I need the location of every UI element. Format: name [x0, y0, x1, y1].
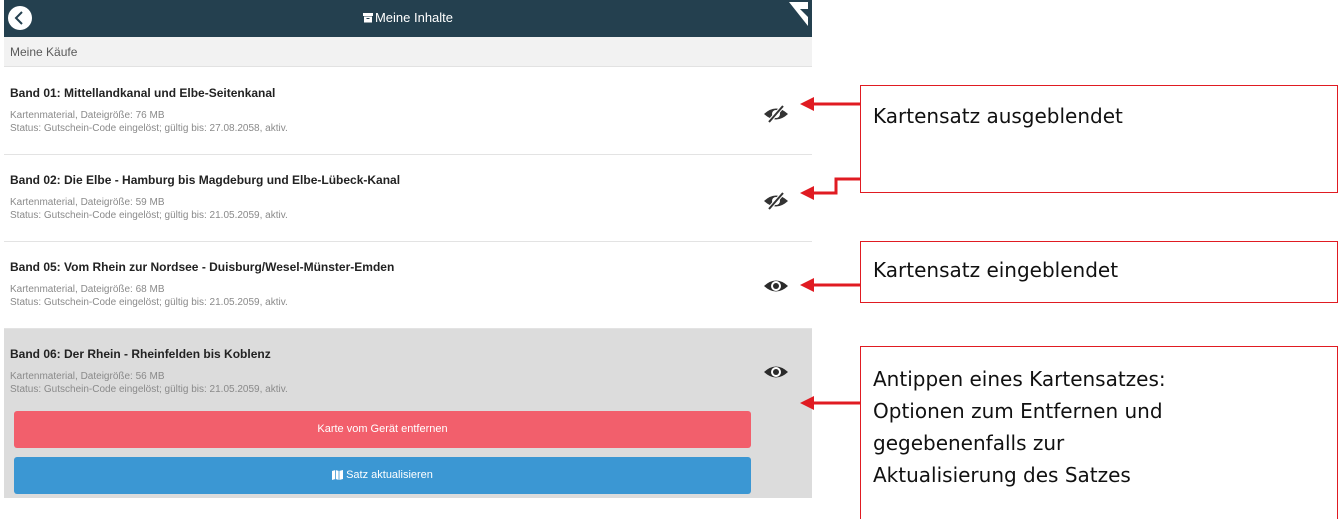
annotation-arrows	[800, 97, 860, 410]
arrow-visible	[800, 278, 860, 292]
arrow-hidden-top	[800, 97, 860, 111]
arrow-hidden-bottom	[800, 177, 860, 200]
arrow-tap	[800, 396, 860, 410]
